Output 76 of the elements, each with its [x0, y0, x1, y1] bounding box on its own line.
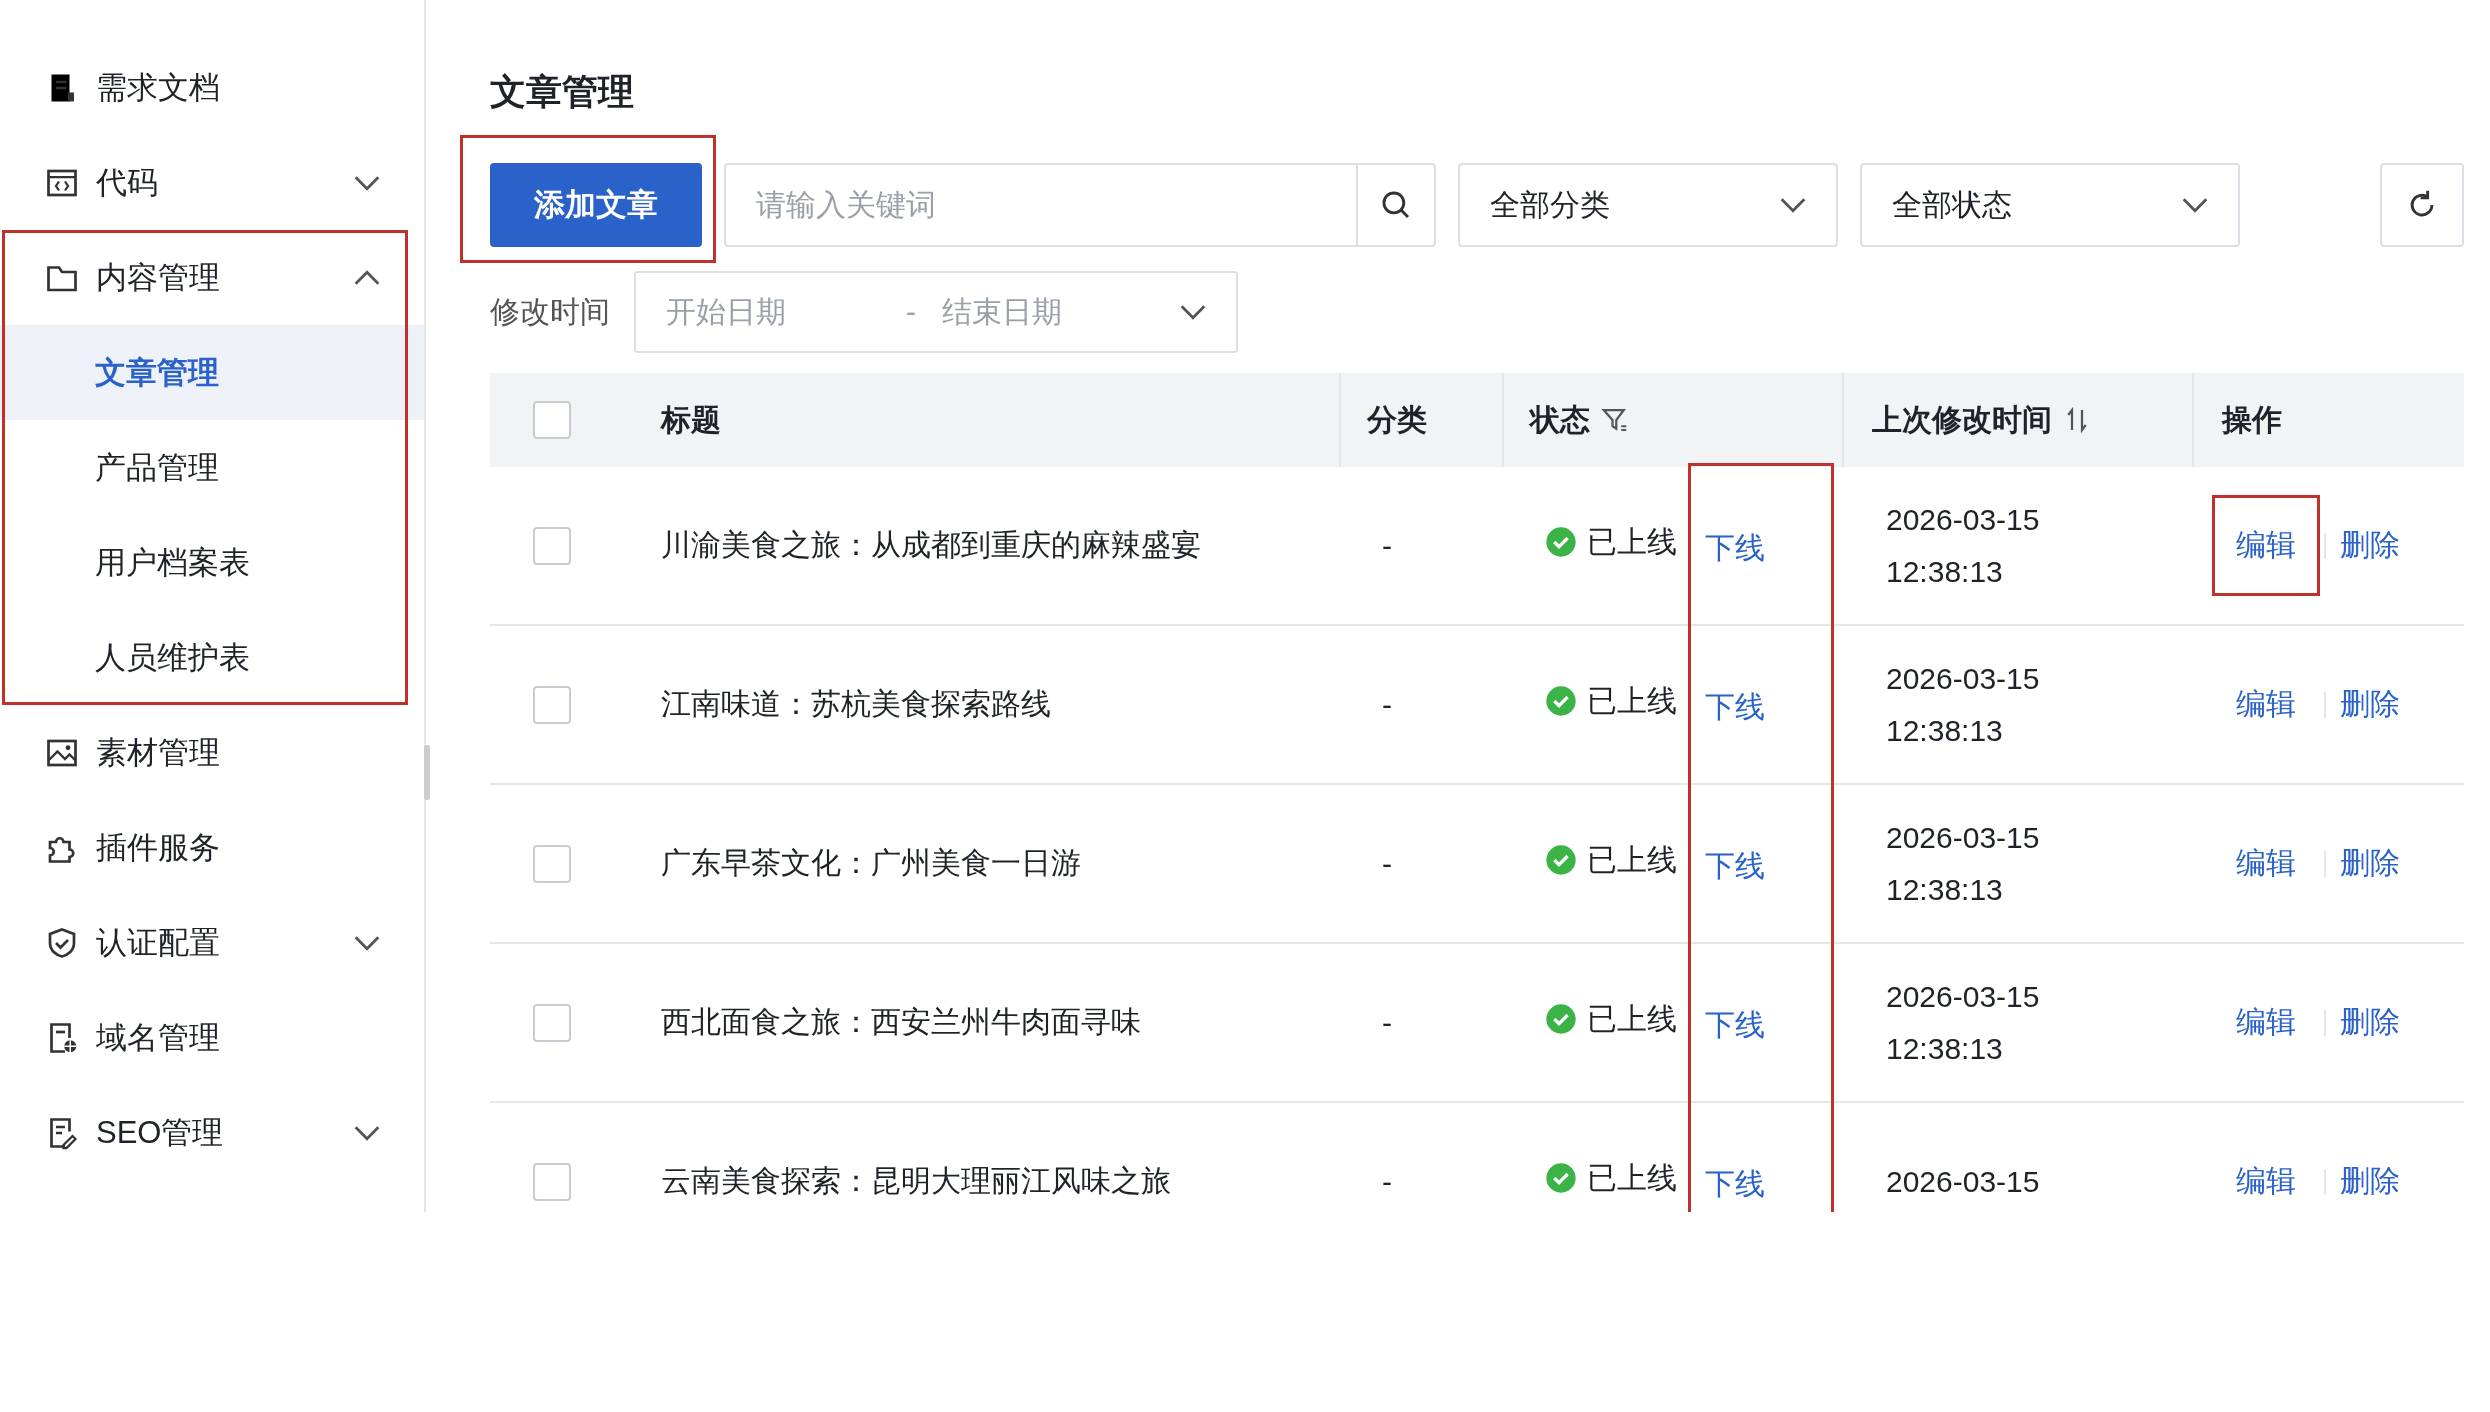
- delete-link[interactable]: 删除: [2340, 1161, 2400, 1202]
- category-cell: -: [1382, 687, 1392, 721]
- edit-link[interactable]: 编辑: [2236, 1164, 2296, 1197]
- modified-time: 12:38:13: [1886, 712, 2004, 749]
- refresh-button[interactable]: [2380, 163, 2464, 247]
- sidebar-item[interactable]: 认证配置: [0, 895, 424, 990]
- article-title: 广东早茶文化：广州美食一日游: [661, 846, 1081, 879]
- delete-link[interactable]: 删除: [2340, 525, 2400, 566]
- checkbox[interactable]: [533, 1162, 571, 1201]
- checkbox[interactable]: [533, 1003, 571, 1042]
- modified-time: 12:38:13: [1886, 553, 2004, 590]
- modified-time: 2026-03-15: [1886, 660, 2041, 697]
- add-article-button[interactable]: 添加文章: [490, 163, 702, 247]
- check-circle-icon: [1545, 685, 1577, 718]
- status-text: 已上线: [1587, 1000, 1677, 1037]
- status-text: 已上线: [1587, 523, 1677, 560]
- sidebar-item[interactable]: 域名管理: [0, 990, 424, 1085]
- modified-time: 2026-03-15: [1886, 501, 2041, 538]
- checkbox[interactable]: [533, 526, 571, 565]
- status-text: 已上线: [1587, 1159, 1677, 1196]
- checkbox[interactable]: [533, 685, 571, 724]
- category-cell: -: [1382, 1164, 1392, 1198]
- article-title: 江南味道：苏杭美食探索路线: [661, 687, 1051, 720]
- modified-time: 2026-03-15: [1886, 819, 2041, 856]
- edit-link[interactable]: 编辑: [2236, 846, 2296, 879]
- checkbox[interactable]: [533, 844, 571, 883]
- filter-label: 修改时间: [490, 293, 610, 330]
- modified-time: 2026-03-15: [1886, 1163, 2041, 1200]
- category-cell: -: [1382, 1005, 1392, 1039]
- delete-link[interactable]: 删除: [2340, 1002, 2400, 1043]
- edit-link[interactable]: 编辑: [2236, 687, 2296, 720]
- sidebar-subitem[interactable]: 人员维护表: [0, 610, 424, 705]
- scrollbar-thumb[interactable]: [424, 745, 430, 800]
- sidebar-subitem[interactable]: 文章管理: [0, 325, 424, 420]
- edit-link[interactable]: 编辑: [2236, 528, 2296, 561]
- article-title: 川渝美食之旅：从成都到重庆的麻辣盛宴: [661, 528, 1201, 561]
- modified-time: 12:38:13: [1886, 1030, 2004, 1067]
- sidebar-item[interactable]: 插件服务: [0, 800, 424, 895]
- column-header: 分类: [1367, 402, 1427, 436]
- delete-link[interactable]: 删除: [2340, 684, 2400, 725]
- status-select[interactable]: 全部状态: [1860, 163, 2240, 247]
- article-title: 西北面食之旅：西安兰州牛肉面寻味: [661, 1005, 1141, 1038]
- column-header: 标题: [661, 402, 721, 436]
- category-cell: -: [1382, 846, 1392, 880]
- sidebar-item[interactable]: 代码: [0, 135, 424, 230]
- article-title: 云南美食探索：昆明大理丽江风味之旅: [661, 1164, 1171, 1197]
- check-circle-icon: [1545, 526, 1577, 559]
- check-circle-icon: [1545, 844, 1577, 877]
- sidebar-item[interactable]: 素材管理: [0, 705, 424, 800]
- search-button[interactable]: [1356, 163, 1436, 247]
- sidebar-subitem[interactable]: 用户档案表: [0, 515, 424, 610]
- sidebar-item[interactable]: SEO管理: [0, 1085, 424, 1180]
- modified-time: 2026-03-15: [1886, 978, 2041, 1015]
- sidebar-item[interactable]: 需求文档: [0, 40, 424, 135]
- offline-link[interactable]: 下线: [1705, 1167, 1765, 1201]
- delete-link[interactable]: 删除: [2340, 843, 2400, 884]
- category-select[interactable]: 全部分类: [1458, 163, 1838, 247]
- search-field[interactable]: 请输入关键词: [724, 163, 1356, 247]
- offline-link[interactable]: 下线: [1705, 849, 1765, 883]
- edit-link[interactable]: 编辑: [2236, 1005, 2296, 1038]
- modified-time: 12:38:13: [1886, 871, 2004, 908]
- column-header: 操作: [2222, 402, 2282, 436]
- checkbox[interactable]: [533, 401, 571, 439]
- status-text: 已上线: [1587, 841, 1677, 878]
- offline-link[interactable]: 下线: [1705, 531, 1765, 565]
- category-cell: -: [1382, 528, 1392, 562]
- check-circle-icon: [1545, 1162, 1577, 1195]
- status-text: 已上线: [1587, 682, 1677, 719]
- check-circle-icon: [1545, 1003, 1577, 1036]
- page-title: 文章管理: [490, 70, 635, 114]
- offline-link[interactable]: 下线: [1705, 1008, 1765, 1042]
- sidebar-subitem[interactable]: 产品管理: [0, 420, 424, 515]
- offline-link[interactable]: 下线: [1705, 690, 1765, 724]
- sidebar-item[interactable]: 内容管理: [0, 230, 424, 325]
- column-header: 上次修改时间: [1872, 401, 2052, 438]
- column-header: 状态: [1530, 401, 1590, 438]
